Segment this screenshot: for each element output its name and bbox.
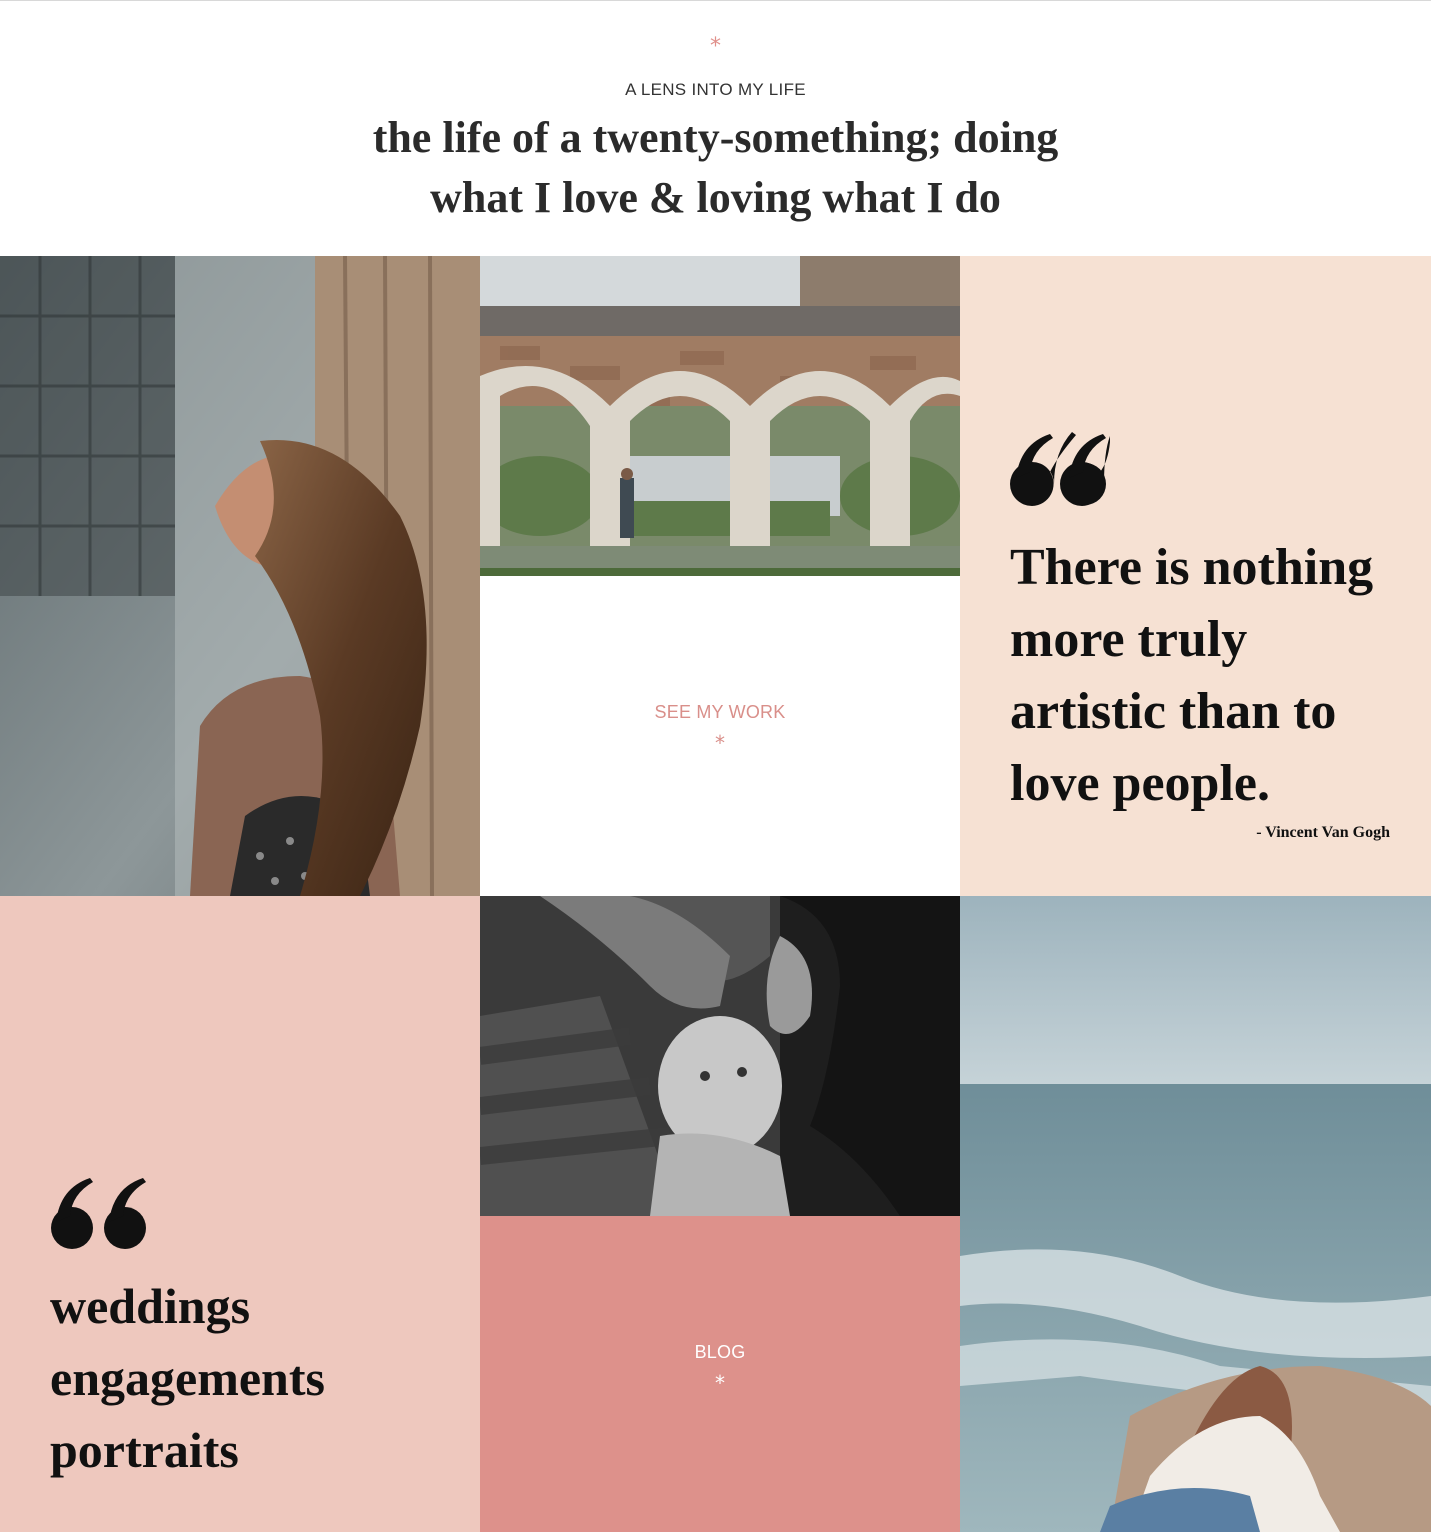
services-list: weddings engagements portraits (50, 1270, 325, 1486)
see-my-work-label: SEE MY WORK (654, 702, 786, 722)
blog-link[interactable]: BLOG * (480, 1342, 960, 1393)
blog-label: BLOG (694, 1342, 746, 1362)
quote-mark-icon (51, 1178, 146, 1249)
quote-author: - Vincent Van Gogh (1256, 824, 1390, 841)
see-my-work-link[interactable]: SEE MY WORK * (480, 702, 960, 753)
quote-mark-icon (1010, 432, 1110, 506)
photo-ocean-shore (960, 896, 1431, 1532)
service-item: portraits (50, 1422, 239, 1478)
asterisk-decoration: * (710, 34, 721, 59)
service-item: engagements (50, 1350, 325, 1406)
asterisk-decoration: * (715, 731, 725, 755)
page-headline: the life of a twenty-something; doing wh… (372, 113, 1059, 222)
section-eyebrow: A LENS INTO MY LIFE (625, 80, 806, 99)
blog-tile: BLOG * (480, 1216, 960, 1532)
quote-tile: There is nothing more truly artistic tha… (960, 256, 1431, 896)
see-work-tile: SEE MY WORK * (480, 576, 960, 896)
photo-family (480, 896, 960, 1216)
service-item: weddings (50, 1278, 251, 1334)
intro-header: * A LENS INTO MY LIFE the life of a twen… (0, 0, 1431, 256)
services-tile: weddings engagements portraits (0, 896, 480, 1532)
asterisk-decoration: * (715, 1371, 725, 1395)
quote-text: There is nothing more truly artistic tha… (1010, 539, 1374, 812)
photo-stone-arches (480, 256, 960, 576)
photo-woman-by-post (0, 256, 480, 896)
